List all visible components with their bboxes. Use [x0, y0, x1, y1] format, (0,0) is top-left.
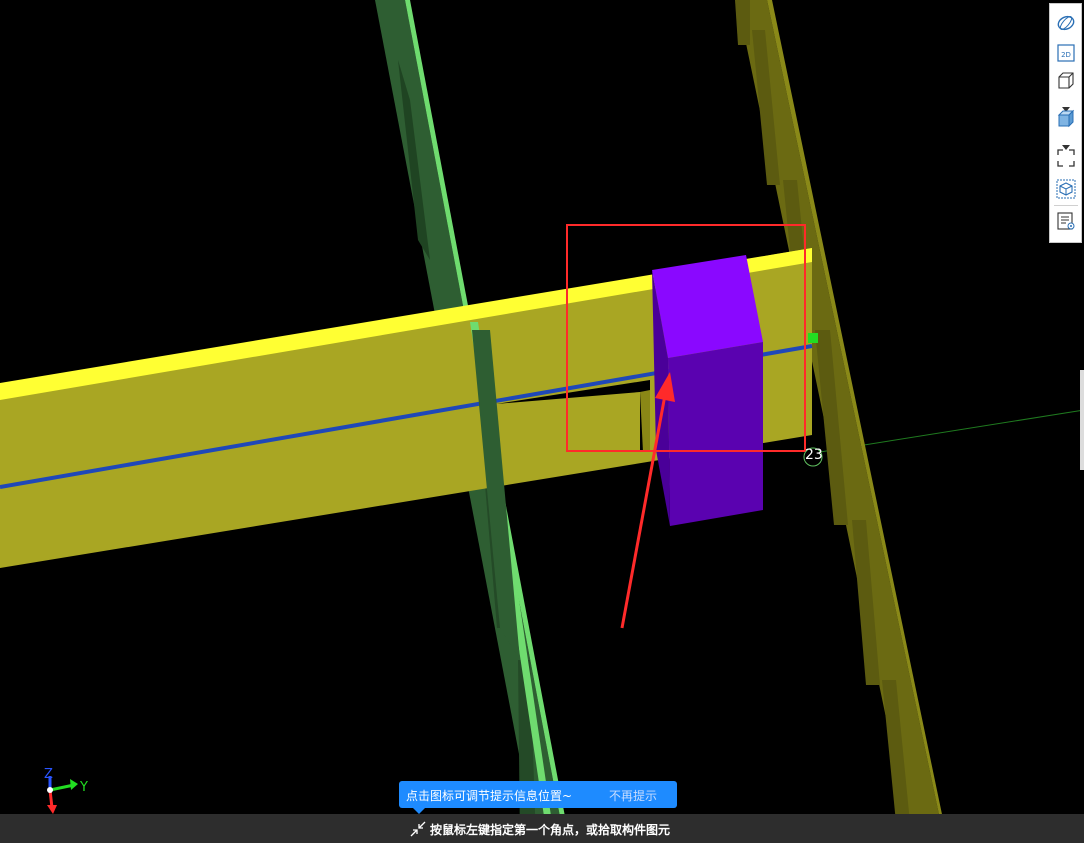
status-bar: 按鼠标左键指定第一个角点，或拾取构件图元	[0, 814, 1084, 843]
wireframe-cube-icon	[1058, 72, 1074, 89]
shaded-dropdown[interactable]	[1062, 136, 1070, 150]
3d-viewport[interactable]: Y Z X	[0, 0, 1084, 843]
local-3d-icon	[1056, 179, 1076, 199]
wireframe-dropdown[interactable]	[1062, 98, 1070, 112]
tip-text: 点击图标可调节提示信息位置~	[406, 789, 573, 803]
shaded-cube-icon	[1057, 109, 1075, 128]
shaded-view-button[interactable]	[1055, 108, 1077, 130]
zoom-extents-button[interactable]	[1055, 147, 1077, 169]
toolbar-separator	[1054, 205, 1078, 206]
right-edge-handle[interactable]	[1080, 370, 1084, 470]
view-toolbar: 2D	[1049, 3, 1082, 243]
arrows-in-icon	[410, 821, 426, 837]
view-2d-button[interactable]: 2D	[1055, 42, 1077, 64]
properties-display-button[interactable]	[1055, 210, 1077, 232]
dynamic-observe-icon	[1057, 15, 1075, 31]
wireframe-view-button[interactable]	[1055, 70, 1077, 92]
dynamic-observe-button[interactable]	[1055, 12, 1077, 34]
status-prompt: 按鼠标左键指定第一个角点，或拾取构件图元	[430, 823, 671, 837]
green-marker	[808, 333, 818, 343]
view-2d-icon: 2D	[1057, 44, 1075, 62]
properties-display-icon	[1057, 212, 1075, 230]
axis-z-label: Z	[44, 767, 53, 782]
svg-text:2D: 2D	[1061, 51, 1071, 59]
point-number-label: 23	[805, 447, 823, 463]
zoom-extents-icon	[1057, 149, 1075, 167]
tip-bubble[interactable]: 点击图标可调节提示信息位置~ 不再提示	[399, 781, 677, 814]
axis-y-label: Y	[79, 780, 88, 795]
dont-show-again-link[interactable]: 不再提示	[609, 787, 657, 804]
local-3d-button[interactable]	[1055, 178, 1077, 200]
